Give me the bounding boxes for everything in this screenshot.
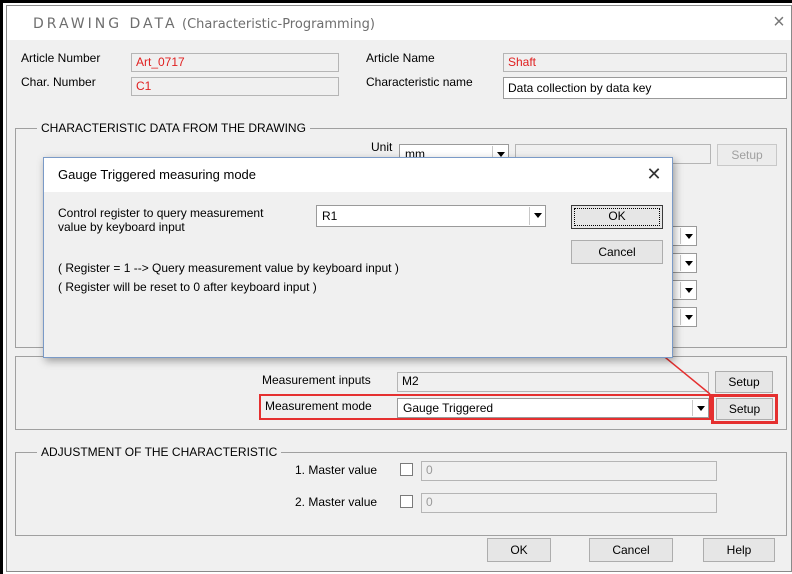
control-register-label-line1: Control register to query measurement	[58, 206, 264, 220]
gauge-triggered-dialog: Gauge Triggered measuring mode ✕ Control…	[43, 157, 673, 358]
dialog-info-line-2: ( Register will be reset to 0 after keyb…	[58, 280, 317, 294]
control-register-dropdown-arrow-icon[interactable]	[529, 207, 544, 225]
dialog-info-line-1: ( Register = 1 --> Query measurement val…	[58, 261, 399, 275]
dialog-cancel-button[interactable]: Cancel	[571, 240, 663, 264]
control-register-label: Control register to query measurement va…	[58, 206, 263, 234]
dialog-titlebar: Gauge Triggered measuring mode ✕	[44, 158, 672, 192]
dialog-ok-button[interactable]: OK	[571, 205, 663, 229]
control-register-value: R1	[322, 209, 338, 223]
control-register-select[interactable]: R1	[316, 205, 546, 227]
control-register-label-line2: value by keyboard input	[58, 220, 185, 234]
dialog-title: Gauge Triggered measuring mode	[58, 167, 257, 182]
dialog-close-icon[interactable]: ✕	[644, 164, 664, 184]
